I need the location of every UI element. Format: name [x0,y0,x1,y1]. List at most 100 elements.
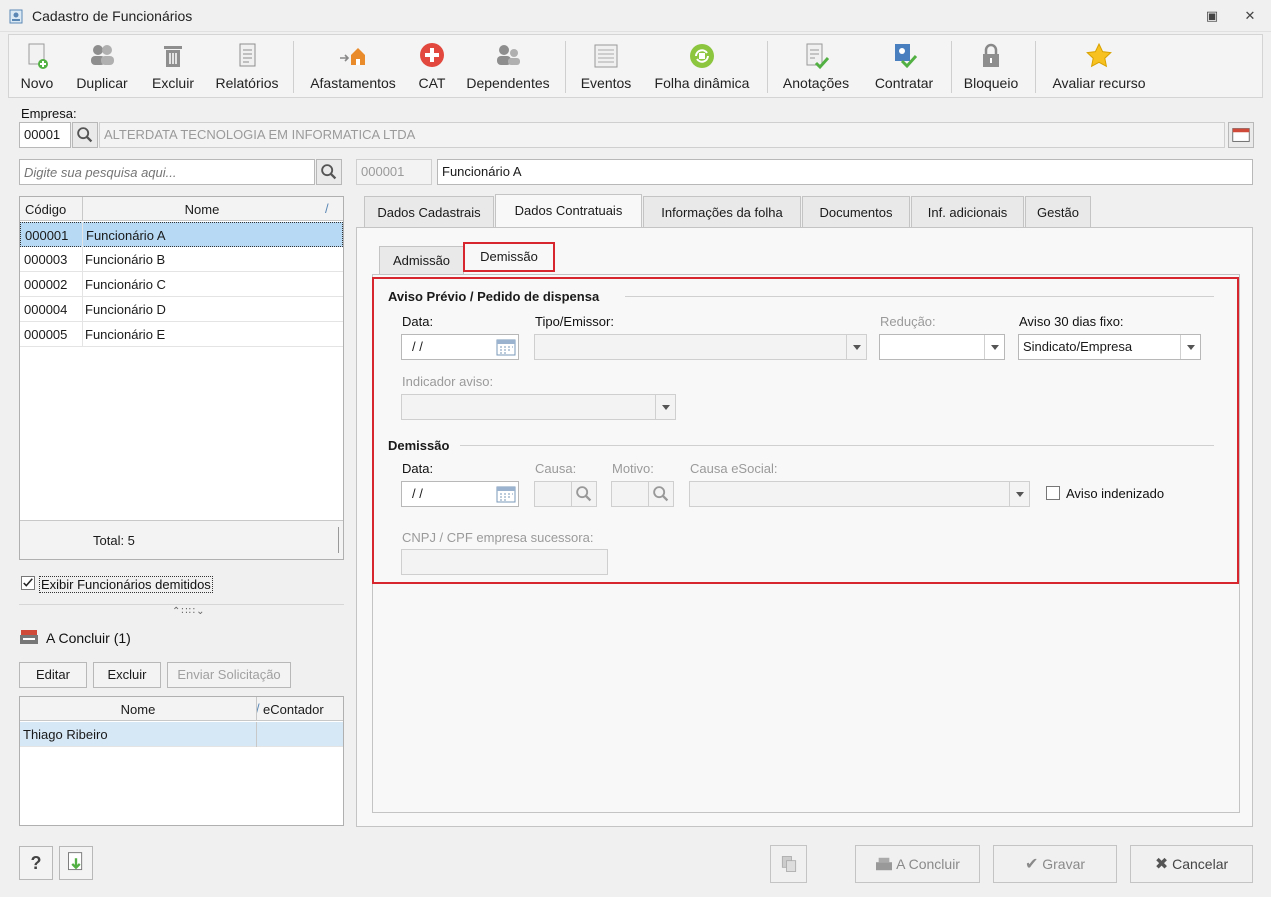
col-nome[interactable]: Nome [82,202,322,217]
search-icon [321,164,337,180]
tipo-emissor-select[interactable] [534,334,867,360]
export-button[interactable] [59,846,93,880]
cnpj-label: CNPJ / CPF empresa sucessora: [402,530,594,545]
employee-name-input[interactable]: Funcionário A [437,159,1253,185]
demissao-data-input[interactable]: / / [401,481,519,507]
col-codigo[interactable]: Código [25,202,66,217]
a-concluir-title: A Concluir (1) [46,630,131,646]
excluir-pending-button[interactable]: Excluir [93,662,161,688]
table-row[interactable]: Thiago Ribeiro [20,722,343,747]
folha-dinamica-button[interactable]: Folha dinâmica [645,37,759,95]
help-icon[interactable]: ? [19,846,53,880]
splitter-grip-icon[interactable]: ⌃∷∷⌄ [172,606,205,617]
duplicar-button[interactable]: Duplicar [67,37,137,95]
new-document-icon [28,43,48,69]
contratar-button[interactable]: Contratar [865,37,943,95]
subtab-admissao[interactable]: Admissão [379,246,464,274]
causa-label: Causa: [535,461,577,476]
employee-grid: Código Nome / 000001 Funcionário A 00000… [19,196,344,560]
table-row[interactable]: 000004 Funcionário D [20,297,343,322]
aviso30-select[interactable]: Sindicato/Empresa [1018,334,1201,360]
tab-gestao[interactable]: Gestão [1025,196,1091,228]
table-row[interactable]: 000001 Funcionário A [20,222,343,247]
excluir-button[interactable]: Excluir [143,37,203,95]
demissao-data-label: Data: [402,461,434,476]
table-row[interactable]: 000002 Funcionário C [20,272,343,297]
editar-button[interactable]: Editar [19,662,87,688]
causa-input[interactable] [534,481,572,507]
tab-documentos[interactable]: Documentos [802,196,910,228]
copy-icon [781,856,796,872]
aviso30-label: Aviso 30 dias fixo: [1019,314,1124,329]
chevron-down-icon [1009,482,1029,506]
restore-icon[interactable]: ▣ [1203,7,1221,25]
eventos-button[interactable]: Eventos [575,37,637,95]
search-icon [653,486,669,502]
table-row[interactable]: 000005 Funcionário E [20,322,343,347]
cnpj-input[interactable] [401,549,608,575]
tab-dados-cadastrais[interactable]: Dados Cadastrais [364,196,494,228]
bloqueio-button[interactable]: Bloqueio [959,37,1023,95]
empresa-calendar-button[interactable] [1228,122,1254,148]
tab-inf-adicionais[interactable]: Inf. adicionais [911,196,1024,228]
chevron-down-icon [655,395,675,419]
demissao-section-title: Demissão [388,438,450,453]
aviso-data-input[interactable]: / / [401,334,519,360]
reducao-select[interactable] [879,334,1005,360]
tab-informacoes-folha[interactable]: Informações da folha [643,196,801,228]
a-concluir-button[interactable]: A Concluir [855,845,980,883]
search-input[interactable] [19,159,315,185]
search-icon [77,127,93,143]
calendar-icon[interactable] [496,338,516,356]
sort-icon: / [325,201,329,216]
show-dismissed-checkbox[interactable] [21,576,35,590]
total-count: Total: 5 [93,533,135,548]
empresa-search-button[interactable] [72,122,98,148]
motivo-input[interactable] [611,481,649,507]
empresa-name-field: ALTERDATA TECNOLOGIA EM INFORMATICA LTDA [99,122,1225,148]
anotacoes-button[interactable]: Anotações [777,37,855,95]
table-icon [1232,128,1250,142]
users-icon [91,45,114,65]
dependents-icon [497,45,520,65]
gravar-button[interactable]: ✔ Gravar [993,845,1117,883]
avaliar-recurso-button[interactable]: Avaliar recurso [1045,37,1153,95]
toolbar: Novo Duplicar Excluir Relatórios Afastam… [8,34,1263,98]
contract-check-icon [895,44,918,69]
afastamentos-button[interactable]: Afastamentos [303,37,403,95]
house-arrow-icon [340,48,365,65]
cancelar-button[interactable]: ✖ Cancelar [1130,845,1253,883]
subtab-demissao[interactable]: Demissão [463,242,555,272]
window-title: Cadastro de Funcionários [32,8,193,24]
indicador-aviso-select[interactable] [401,394,676,420]
lock-icon [983,43,999,67]
causa-esocial-select[interactable] [689,481,1030,507]
dependentes-button[interactable]: Dependentes [461,37,555,95]
close-icon[interactable]: ✕ [1241,7,1259,25]
cat-button[interactable]: CAT [411,37,453,95]
aviso-indenizado-label: Aviso indenizado [1066,486,1165,501]
aviso-indenizado-checkbox[interactable] [1046,486,1060,500]
empresa-code-input[interactable]: 00001 [19,122,71,148]
table-row[interactable]: 000003 Funcionário B [20,247,343,272]
chevron-down-icon [1180,335,1200,359]
col-econtador[interactable]: eContador [263,702,324,717]
copy-button[interactable] [770,845,807,883]
star-icon [1086,42,1112,68]
chevron-down-icon [984,335,1004,359]
grid-footer: Total: 5 [20,520,343,559]
relatorios-button[interactable]: Relatórios [209,37,285,95]
col-nome[interactable]: Nome [20,702,256,717]
show-dismissed-label[interactable]: Exibir Funcionários demitidos [39,576,213,593]
notes-icon [806,43,830,70]
calendar-icon[interactable] [496,485,516,503]
empresa-label: Empresa: [21,106,77,121]
motivo-label: Motivo: [612,461,654,476]
aviso-data-label: Data: [402,314,434,329]
causa-search-button[interactable] [571,481,597,507]
motivo-search-button[interactable] [648,481,674,507]
search-button[interactable] [316,159,342,185]
tab-dados-contratuais[interactable]: Dados Contratuais [495,194,642,228]
novo-button[interactable]: Novo [13,37,61,95]
enviar-solicitacao-button[interactable]: Enviar Solicitação [167,662,291,688]
